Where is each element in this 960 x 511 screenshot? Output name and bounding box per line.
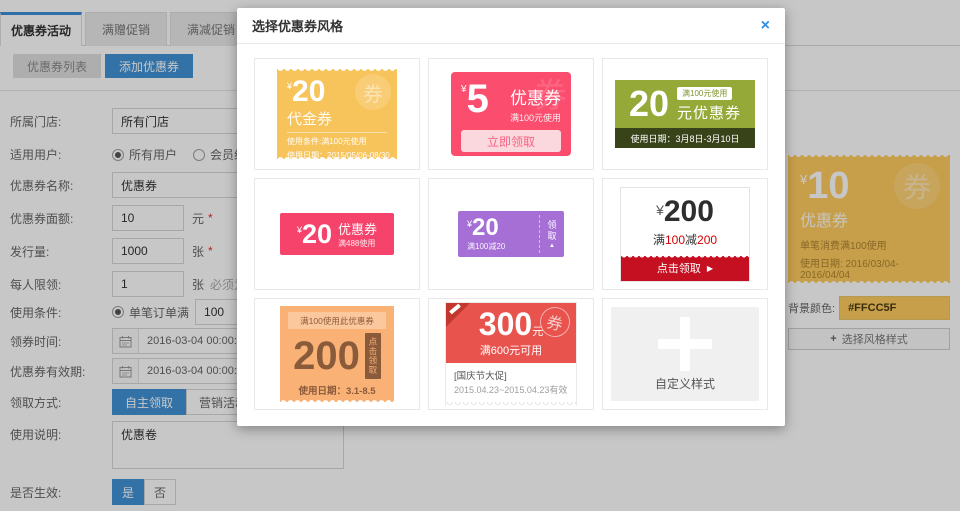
coupon-card-yellow: ¥20 代金券 使用条件:满100元使用 使用日期：2015/05/06-08/… [277,69,397,159]
coupon7-main: 200 点击领取 [288,333,386,379]
coupon6-cond-num2: 200 [697,233,717,247]
coupon2-top: ¥5 优惠券 满100元使用 [461,80,561,124]
triangle-right-icon: ▶ [707,264,713,273]
coupon-style-option-3[interactable]: 20 满100元使用 元优惠券 使用日期：3月8日-3月10日 [602,58,768,170]
modal-header: 选择优惠券风格 × [237,8,785,44]
click-claim-label: 点击领取 [657,260,701,276]
coupon-card-red-white: 券 300元 满600元可用 [国庆节大促] 2015.04.23~2015.0… [445,302,577,406]
coupon-card-pink: 券 ¥5 优惠券 满100元使用 立即领取 [451,72,571,156]
coupon1-name: 代金券 [287,108,387,133]
coupon1-condition: 使用条件:满100元使用 [287,136,387,147]
coupon-stamp-icon: 券 [355,74,391,110]
coupon8-tag: [国庆节大促] [454,368,568,382]
corner-ribbon-icon [446,303,470,327]
coupon6-cond-text1: 满 [653,233,665,247]
coupon8-date: 2015.04.23~2015.04.23有效 [454,383,568,396]
coupon6-cond-num1: 100 [665,233,685,247]
coupon-card-purple: ¥20 满100减20 领取 ▲ [458,211,564,257]
coupon8-number: 300 [479,306,532,342]
claim-now-button[interactable]: 立即领取 [461,130,561,152]
coupon2-condition: 满100元使用 [510,111,561,124]
coupon4-amount: ¥20 [297,221,332,248]
coupon8-white-section: [国庆节大促] 2015.04.23~2015.04.23有效 [446,363,576,402]
coupon-style-option-custom[interactable]: 自定义样式 [602,298,768,410]
coupon7-date: 使用日期：3.1-8.5 [288,383,386,397]
coupon5-claim[interactable]: 领取 ▲ [540,211,564,257]
coupon-style-option-8[interactable]: 券 300元 满600元可用 [国庆节大促] 2015.04.23~2015.0… [428,298,594,410]
coupon2-name: 优惠券 [510,84,561,109]
custom-style-card: 自定义样式 [611,307,759,401]
coupon8-condition: 满600元可用 [480,342,542,358]
coupon-card-green: 20 满100元使用 元优惠券 使用日期：3月8日-3月10日 [615,80,755,148]
coupon-style-grid: ¥20 代金券 使用条件:满100元使用 使用日期：2015/05/06-08/… [254,58,768,410]
coupon3-condition-badge: 满100元使用 [677,87,732,100]
coupon-style-option-6[interactable]: ¥200 满100减200 点击领取 ▶ [602,178,768,290]
custom-style-label: 自定义样式 [655,375,715,392]
coupon2-amount: ¥5 [461,80,489,118]
coupon7-number: 200 [293,337,360,375]
coupon1-date: 使用日期：2015/05/06-08/30 [287,150,387,161]
coupon4-number: 20 [302,219,332,249]
coupon4-condition: 满488使用 [338,238,377,249]
coupon4-name: 优惠券 [338,219,377,238]
triangle-up-icon: ▲ [549,243,555,249]
coupon3-date-bar: 使用日期：3月8日-3月10日 [615,128,755,148]
coupon2-number: 5 [467,77,489,121]
coupon6-currency: ¥ [656,202,664,218]
close-icon[interactable]: × [761,18,770,34]
coupon6-condition: 满100减200 [621,231,749,248]
coupon2-right: 优惠券 满100元使用 [510,84,561,124]
coupon8-red-section: 券 300元 满600元可用 [446,303,576,363]
coupon-style-option-4[interactable]: ¥20 优惠券 满488使用 [254,178,420,290]
coupon-style-option-1[interactable]: ¥20 代金券 使用条件:满100元使用 使用日期：2015/05/06-08/… [254,58,420,170]
coupon5-amount: ¥20 [467,216,539,240]
coupon5-number: 20 [472,214,499,241]
claim-label: 领取 [546,220,559,242]
coupon-style-option-7[interactable]: 满100使用此优惠券 200 点击领取 使用日期：3.1-8.5 [254,298,420,410]
coupon3-name: 元优惠券 [677,102,741,123]
coupon-style-option-2[interactable]: 券 ¥5 优惠券 满100元使用 立即领取 [428,58,594,170]
modal-body: ¥20 代金券 使用条件:满100元使用 使用日期：2015/05/06-08/… [237,44,785,426]
coupon3-number: 20 [629,86,669,122]
coupon3-main: 20 满100元使用 元优惠券 [615,80,755,128]
coupon7-banner: 满100使用此优惠券 [288,312,386,329]
coupon6-cond-text2: 减 [685,233,697,247]
coupon-style-option-5[interactable]: ¥20 满100减20 领取 ▲ [428,178,594,290]
coupon-style-modal: 选择优惠券风格 × ¥20 代金券 使用条件:满100元使用 使用日期：2015… [237,8,785,426]
click-claim-button[interactable]: 点击领取 ▶ [621,256,749,281]
wavy-edge [446,402,576,406]
coupon-card-orange: 满100使用此优惠券 200 点击领取 使用日期：3.1-8.5 [280,306,394,402]
coupon6-amount: ¥200 [621,188,749,227]
coupon6-number: 200 [664,195,714,228]
modal-title: 选择优惠券风格 [252,16,343,35]
click-claim-button[interactable]: 点击领取 [365,333,381,379]
coupon5-left: ¥20 满100减20 [458,211,539,257]
coupon1-number: 20 [292,75,325,108]
coupon-card-white-red: ¥200 满100减200 点击领取 ▶ [620,187,750,282]
coupon5-condition: 满100减20 [467,241,539,252]
coupon3-right: 满100元使用 元优惠券 [677,85,741,123]
coupon4-right: 优惠券 满488使用 [338,219,377,249]
plus-icon [658,317,712,371]
coupon-card-rose: ¥20 优惠券 满488使用 [280,213,394,255]
coupon8-amount: 300元 [479,308,543,340]
